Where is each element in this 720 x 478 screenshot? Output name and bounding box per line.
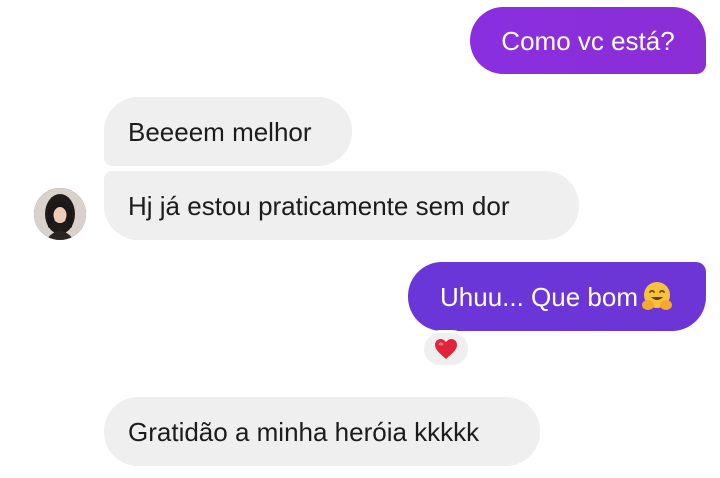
incoming-message-bubble[interactable]: Gratidão a minha heróia kkkkk [104, 397, 540, 466]
avatar-image [34, 188, 86, 240]
message-text: Uhuu... Que bom [440, 281, 638, 312]
hugging-face-icon [640, 280, 674, 314]
message-reaction[interactable] [421, 330, 471, 368]
chat-thread: Como vc está? Beeeem melhor Hj já estou … [0, 0, 720, 478]
contact-avatar[interactable] [34, 188, 86, 240]
message-text: Gratidão a minha heróia kkkkk [128, 416, 480, 447]
outgoing-message-bubble[interactable]: Uhuu... Que bom [408, 262, 706, 331]
message-text: Beeeem melhor [128, 116, 312, 147]
outgoing-message-bubble[interactable]: Como vc está? [470, 7, 706, 74]
message-text: Hj já estou praticamente sem dor [128, 190, 510, 221]
incoming-message-bubble[interactable]: Beeeem melhor [104, 97, 352, 166]
red-heart-icon [434, 338, 458, 360]
incoming-message-bubble[interactable]: Hj já estou praticamente sem dor [104, 171, 579, 240]
message-text: Como vc está? [501, 25, 675, 56]
